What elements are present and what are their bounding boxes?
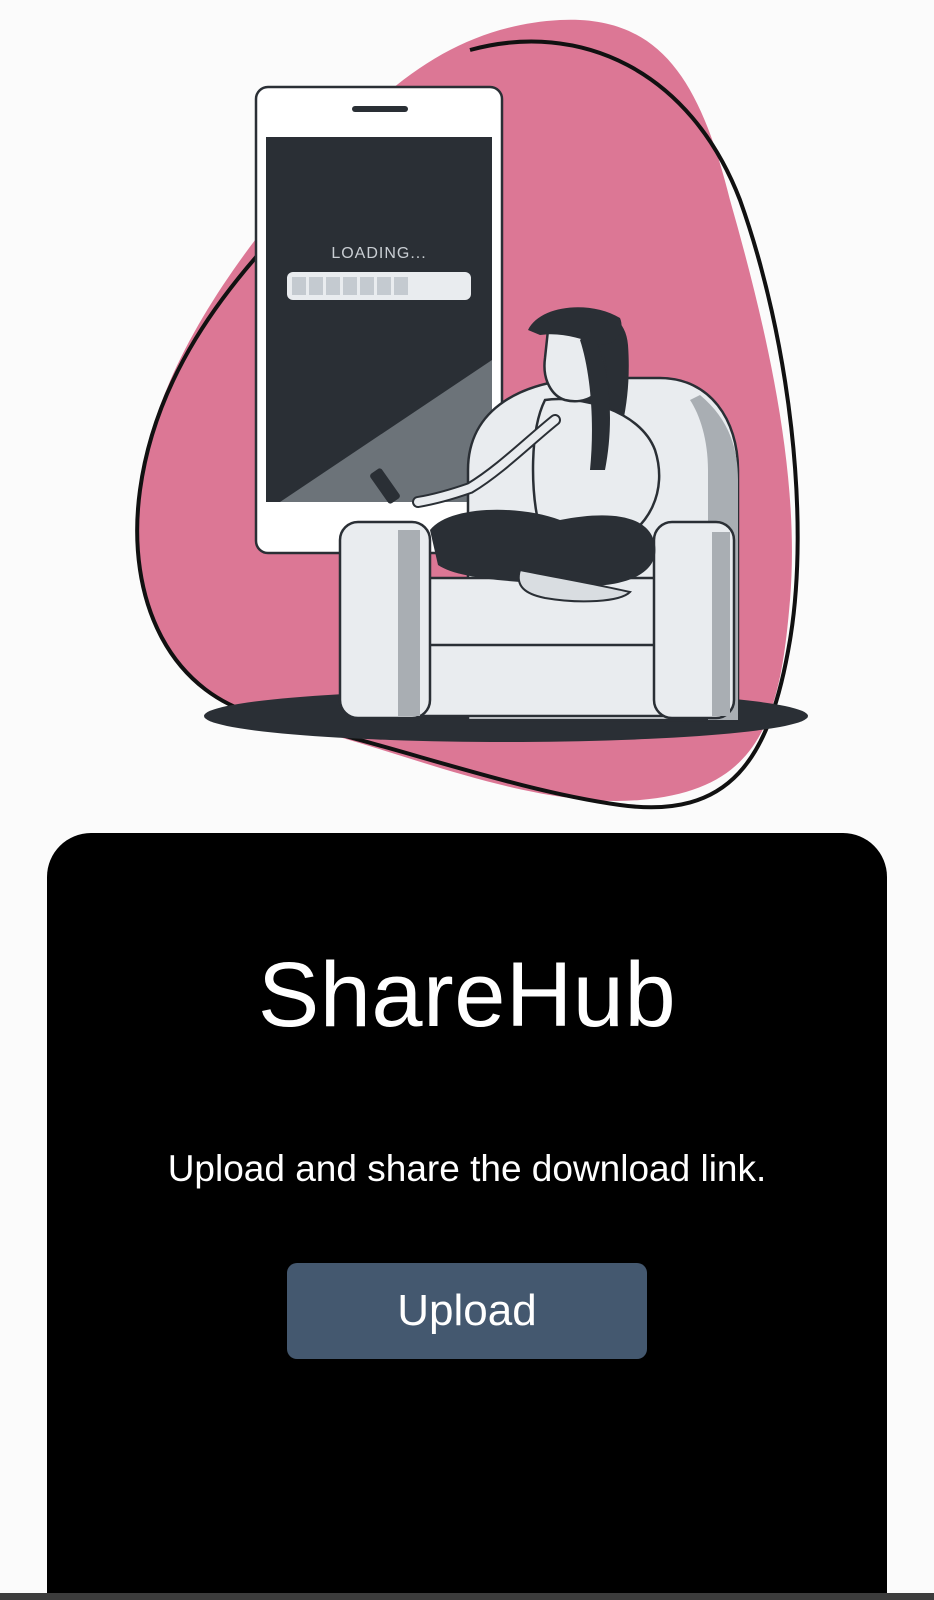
- loading-segment: [326, 277, 340, 295]
- main-card: ShareHub Upload and share the download l…: [47, 833, 887, 1600]
- loading-segment: [343, 277, 357, 295]
- loading-bar-fill: [292, 277, 408, 295]
- loading-segment: [309, 277, 323, 295]
- page: LOADING... ShareHub Upload and share the…: [0, 0, 934, 1600]
- loading-segment: [292, 277, 306, 295]
- app-title: ShareHub: [257, 944, 677, 1046]
- loading-segment: [377, 277, 391, 295]
- loading-segment: [360, 277, 374, 295]
- tagline: Upload and share the download link.: [167, 1148, 767, 1189]
- hero-illustration: LOADING...: [0, 0, 934, 820]
- upload-button[interactable]: Upload: [287, 1263, 647, 1359]
- loading-segment: [394, 277, 408, 295]
- bottom-edge-bar: [0, 1593, 934, 1600]
- loading-text: LOADING...: [331, 245, 426, 262]
